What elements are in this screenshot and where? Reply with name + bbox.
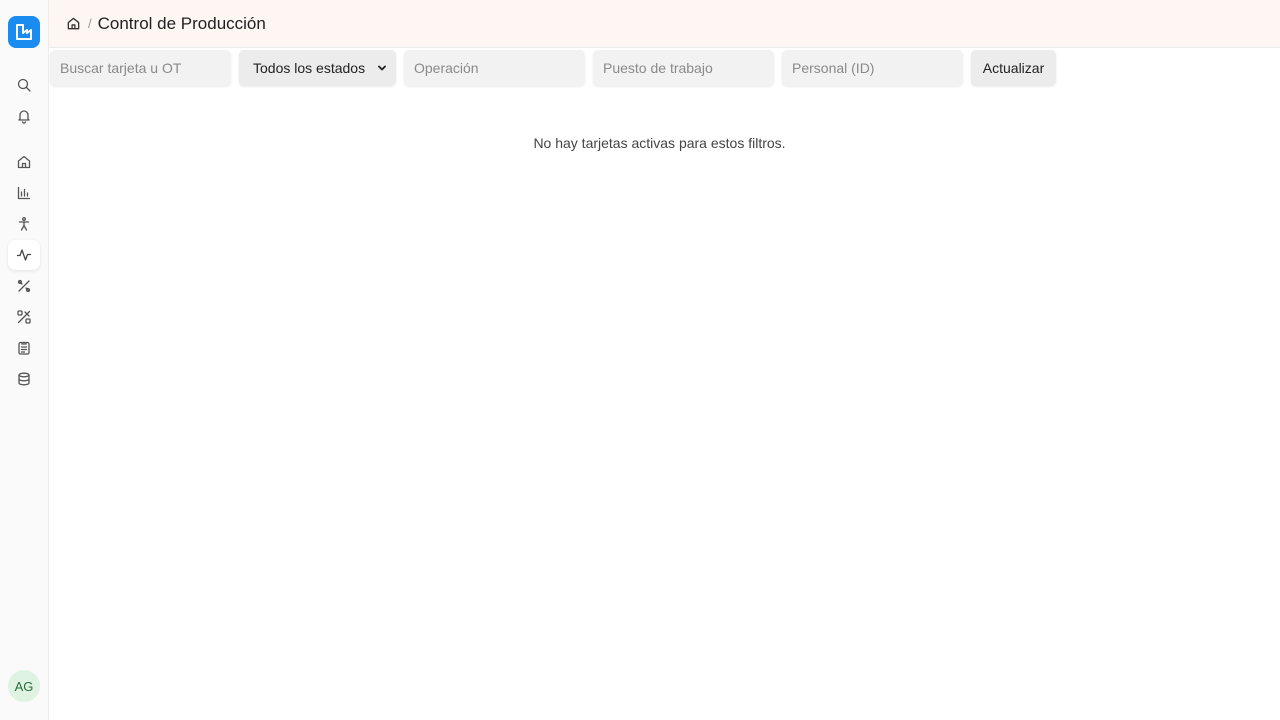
- bell-icon[interactable]: [8, 101, 40, 131]
- home-icon[interactable]: [8, 147, 40, 177]
- factory-logo-icon[interactable]: [8, 16, 40, 48]
- workstation-input[interactable]: [593, 50, 774, 86]
- person-icon[interactable]: [8, 209, 40, 239]
- search-input[interactable]: [50, 50, 231, 86]
- breadcrumb: / Control de Producción: [49, 0, 1280, 48]
- search-icon[interactable]: [8, 70, 40, 100]
- status-select[interactable]: Todos los estados: [239, 50, 396, 86]
- refresh-button-label: Actualizar: [982, 60, 1045, 76]
- tools-icon[interactable]: [8, 271, 40, 301]
- home-icon[interactable]: [64, 15, 82, 33]
- wrench-pencil-icon[interactable]: [8, 302, 40, 332]
- bar-chart-icon[interactable]: [8, 178, 40, 208]
- user-initials: AG: [14, 678, 34, 694]
- page-title: Control de Producción: [97, 13, 266, 33]
- chevron-down-icon: [378, 65, 386, 71]
- breadcrumb-separator: /: [88, 16, 92, 31]
- user-avatar[interactable]: AG: [8, 670, 40, 702]
- app-window: AG / Control de Producción Todos los est…: [0, 0, 1280, 720]
- status-select-value: Todos los estados: [253, 60, 366, 76]
- clipboard-list-icon[interactable]: [8, 333, 40, 363]
- operation-input[interactable]: [404, 50, 585, 86]
- database-icon[interactable]: [8, 364, 40, 394]
- empty-state-message: No hay tarjetas activas para estos filtr…: [533, 135, 786, 151]
- personnel-id-input[interactable]: [782, 50, 963, 86]
- sidebar: AG: [0, 0, 49, 720]
- activity-icon[interactable]: [8, 240, 40, 270]
- filter-bar: Todos los estados Actualizar: [49, 49, 1280, 87]
- refresh-button[interactable]: Actualizar: [971, 50, 1056, 86]
